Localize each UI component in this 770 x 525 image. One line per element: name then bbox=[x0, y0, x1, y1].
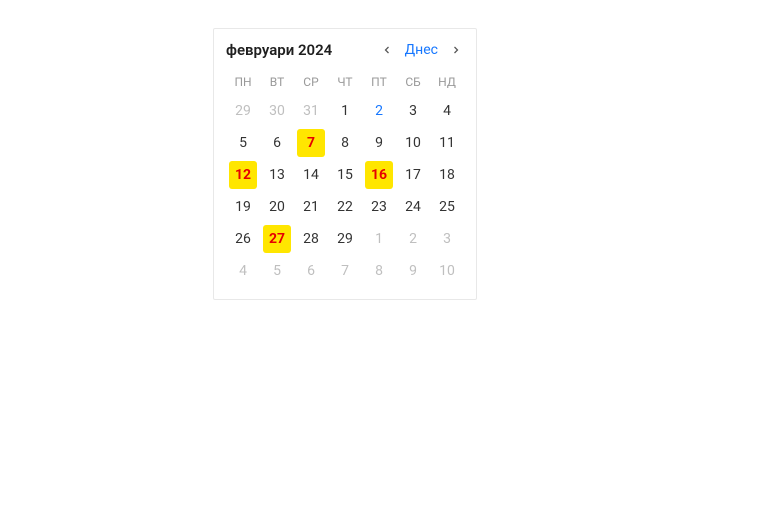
calendar-week-row: 2930311234 bbox=[226, 95, 464, 127]
day-cell[interactable]: 11 bbox=[433, 129, 461, 157]
day-cell[interactable]: 27 bbox=[263, 225, 291, 253]
day-cell[interactable]: 19 bbox=[229, 193, 257, 221]
day-cell[interactable]: 16 bbox=[365, 161, 393, 189]
chevron-left-icon bbox=[381, 44, 393, 56]
day-cell[interactable]: 28 bbox=[297, 225, 325, 253]
day-cell[interactable]: 13 bbox=[263, 161, 291, 189]
calendar-header: февруари 2024 Днес bbox=[226, 41, 464, 59]
day-cell[interactable]: 18 bbox=[433, 161, 461, 189]
day-cell[interactable]: 4 bbox=[433, 97, 461, 125]
weekday-header: СБ bbox=[396, 69, 430, 95]
prev-month-button[interactable] bbox=[379, 42, 395, 58]
calendar-week-row: 567891011 bbox=[226, 127, 464, 159]
day-cell[interactable]: 2 bbox=[365, 97, 393, 125]
weekday-header: ПН bbox=[226, 69, 260, 95]
calendar-panel: февруари 2024 Днес ПН ВТ СР ЧТ ПТ СБ НД … bbox=[213, 28, 477, 300]
day-cell[interactable]: 21 bbox=[297, 193, 325, 221]
calendar-title[interactable]: февруари 2024 bbox=[226, 41, 332, 59]
calendar-nav: Днес bbox=[379, 42, 464, 58]
next-month-button[interactable] bbox=[448, 42, 464, 58]
day-cell[interactable]: 3 bbox=[399, 97, 427, 125]
day-cell[interactable]: 9 bbox=[399, 257, 427, 285]
day-cell[interactable]: 26 bbox=[229, 225, 257, 253]
day-cell[interactable]: 10 bbox=[399, 129, 427, 157]
day-cell[interactable]: 29 bbox=[229, 97, 257, 125]
day-cell[interactable]: 12 bbox=[229, 161, 257, 189]
day-cell[interactable]: 3 bbox=[433, 225, 461, 253]
weekday-header: ЧТ bbox=[328, 69, 362, 95]
day-cell[interactable]: 6 bbox=[297, 257, 325, 285]
weekday-row: ПН ВТ СР ЧТ ПТ СБ НД bbox=[226, 69, 464, 95]
day-cell[interactable]: 6 bbox=[263, 129, 291, 157]
day-cell[interactable]: 10 bbox=[433, 257, 461, 285]
weekday-header: ВТ bbox=[260, 69, 294, 95]
weekday-header: СР bbox=[294, 69, 328, 95]
day-cell[interactable]: 4 bbox=[229, 257, 257, 285]
day-cell[interactable]: 5 bbox=[229, 129, 257, 157]
day-cell[interactable]: 15 bbox=[331, 161, 359, 189]
day-cell[interactable]: 5 bbox=[263, 257, 291, 285]
day-cell[interactable]: 8 bbox=[365, 257, 393, 285]
day-cell[interactable]: 22 bbox=[331, 193, 359, 221]
day-cell[interactable]: 14 bbox=[297, 161, 325, 189]
day-cell[interactable]: 2 bbox=[399, 225, 427, 253]
weekday-header: НД bbox=[430, 69, 464, 95]
day-cell[interactable]: 23 bbox=[365, 193, 393, 221]
chevron-right-icon bbox=[450, 44, 462, 56]
weekday-header: ПТ bbox=[362, 69, 396, 95]
day-cell[interactable]: 30 bbox=[263, 97, 291, 125]
day-cell[interactable]: 25 bbox=[433, 193, 461, 221]
calendar-week-row: 45678910 bbox=[226, 255, 464, 287]
day-cell[interactable]: 9 bbox=[365, 129, 393, 157]
day-cell[interactable]: 31 bbox=[297, 97, 325, 125]
calendar-week-row: 12131415161718 bbox=[226, 159, 464, 191]
calendar-week-row: 19202122232425 bbox=[226, 191, 464, 223]
day-cell[interactable]: 17 bbox=[399, 161, 427, 189]
calendar-grid: ПН ВТ СР ЧТ ПТ СБ НД 2930311234567891011… bbox=[226, 69, 464, 287]
calendar-week-row: 26272829123 bbox=[226, 223, 464, 255]
day-cell[interactable]: 7 bbox=[297, 129, 325, 157]
day-cell[interactable]: 7 bbox=[331, 257, 359, 285]
day-cell[interactable]: 24 bbox=[399, 193, 427, 221]
day-cell[interactable]: 8 bbox=[331, 129, 359, 157]
today-button[interactable]: Днес bbox=[405, 42, 438, 58]
day-cell[interactable]: 1 bbox=[331, 97, 359, 125]
day-cell[interactable]: 1 bbox=[365, 225, 393, 253]
day-cell[interactable]: 20 bbox=[263, 193, 291, 221]
day-cell[interactable]: 29 bbox=[331, 225, 359, 253]
